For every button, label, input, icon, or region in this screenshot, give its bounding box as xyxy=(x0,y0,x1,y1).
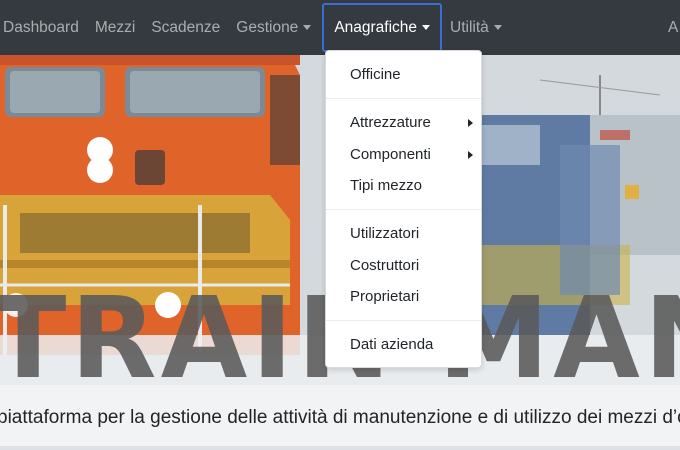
nav-gestione-dropdown[interactable]: Gestione xyxy=(228,0,319,55)
menu-item-label: Officine xyxy=(350,66,401,83)
nav-gestione-label: Gestione xyxy=(236,18,299,36)
submenu-arrow-icon xyxy=(468,119,473,127)
menu-item-costruttori[interactable]: Costruttori xyxy=(326,253,481,279)
submenu-arrow-icon xyxy=(468,151,473,159)
nav-anagrafiche-dropdown[interactable]: Anagrafiche xyxy=(322,3,443,52)
nav-account[interactable]: A xyxy=(668,0,678,55)
menu-item-label: Costruttori xyxy=(350,257,420,274)
menu-item-componenti[interactable]: Componenti xyxy=(326,142,481,168)
menu-item-label: Componenti xyxy=(350,146,431,163)
nav-utilita-dropdown[interactable]: Utilità xyxy=(442,0,510,55)
section-divider xyxy=(0,446,680,450)
nav-utilita-label: Utilità xyxy=(450,18,489,36)
menu-item-label: Proprietari xyxy=(350,288,420,305)
nav-scadenze[interactable]: Scadenze xyxy=(143,0,228,55)
menu-divider xyxy=(326,209,481,210)
menu-item-tipi-mezzo[interactable]: Tipi mezzo xyxy=(326,173,481,199)
menu-item-label: Dati azienda xyxy=(350,336,434,353)
caret-down-icon xyxy=(493,25,502,30)
nav-dashboard[interactable]: Dashboard xyxy=(0,0,87,55)
menu-divider xyxy=(326,98,481,99)
top-navbar: Dashboard Mezzi Scadenze Gestione Anagra… xyxy=(0,0,680,55)
menu-item-utilizzatori[interactable]: Utilizzatori xyxy=(326,221,481,247)
menu-item-officine[interactable]: Officine xyxy=(326,62,481,88)
menu-divider xyxy=(326,320,481,321)
nav-mezzi-label: Mezzi xyxy=(94,18,136,36)
nav-scadenze-label: Scadenze xyxy=(151,18,221,36)
hero-subtitle: piattaforma per la gestione delle attivi… xyxy=(0,407,680,428)
menu-item-label: Attrezzature xyxy=(350,114,431,131)
nav-dashboard-label: Dashboard xyxy=(3,18,79,36)
nav-anagrafiche-label: Anagrafiche xyxy=(334,18,418,36)
menu-item-dati-azienda[interactable]: Dati azienda xyxy=(326,332,481,358)
caret-down-icon xyxy=(303,25,312,30)
menu-item-label: Utilizzatori xyxy=(350,225,420,242)
menu-item-proprietari[interactable]: Proprietari xyxy=(326,284,481,310)
menu-item-label: Tipi mezzo xyxy=(350,177,422,194)
anagrafiche-dropdown-menu: Officine Attrezzature Componenti Tipi me… xyxy=(325,50,482,368)
caret-down-icon xyxy=(422,25,431,30)
nav-mezzi[interactable]: Mezzi xyxy=(87,0,143,55)
menu-item-attrezzature[interactable]: Attrezzature xyxy=(326,110,481,136)
nav-account-label: A xyxy=(668,18,679,36)
